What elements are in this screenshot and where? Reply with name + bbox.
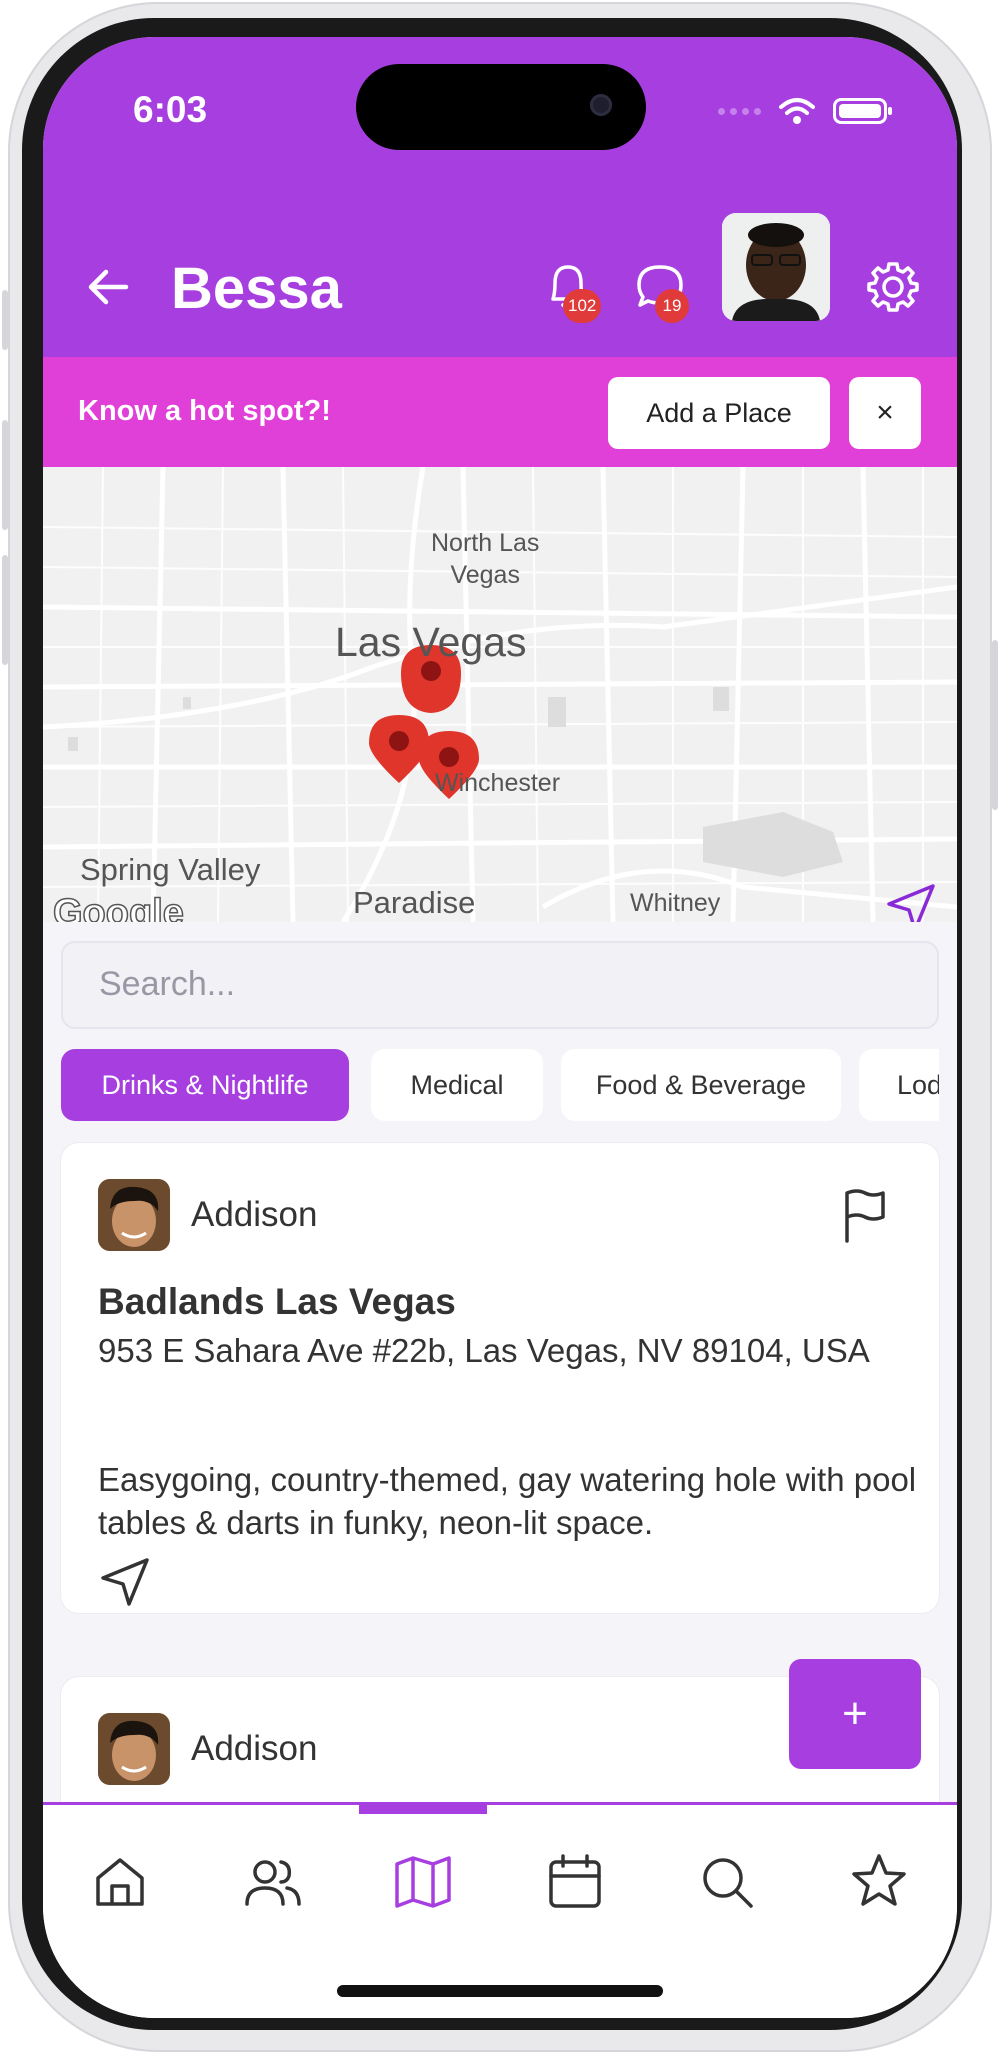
post-author[interactable]: Addison: [191, 1729, 317, 1769]
add-place-banner: Know a hot spot?! Add a Place ×: [43, 357, 957, 467]
place-name: Badlands Las Vegas: [98, 1281, 456, 1322]
chip-lodging[interactable]: Lodging: [859, 1049, 939, 1121]
add-place-button[interactable]: Add a Place: [608, 377, 830, 449]
place-description: Easygoing, country-themed, gay watering …: [98, 1461, 917, 1541]
cellular-signal-icon: [718, 107, 761, 115]
calendar-icon: [549, 1854, 601, 1908]
chip-drinks-nightlife[interactable]: Drinks & Nightlife: [61, 1049, 349, 1121]
map-label-whitney: Whitney: [630, 889, 721, 917]
gear-icon: [867, 262, 919, 312]
notifications-button[interactable]: 102: [543, 259, 602, 323]
avatar[interactable]: [98, 1713, 170, 1785]
search-icon: [703, 1858, 753, 1908]
flag-icon: [845, 1189, 885, 1243]
map-label-paradise: Paradise: [353, 885, 476, 920]
home-indicator: [337, 1985, 663, 1997]
status-icons: [718, 97, 892, 125]
star-icon: [852, 1854, 906, 1906]
search-input[interactable]: Search...: [61, 941, 939, 1029]
home-icon: [96, 1858, 144, 1906]
volume-down-button: [2, 555, 8, 665]
tab-favorites[interactable]: [847, 1850, 911, 1914]
post-author[interactable]: Addison: [191, 1195, 317, 1235]
dynamic-island: [356, 64, 646, 150]
map-icon: [395, 1856, 451, 1908]
side-button: [2, 290, 8, 350]
navigation-arrow-icon: [887, 884, 935, 922]
users-icon: [245, 1860, 301, 1906]
map-label-north-las-vegas: North Las Vegas: [431, 529, 540, 589]
notifications-badge: 102: [563, 289, 602, 323]
messages-button[interactable]: 19: [633, 259, 689, 323]
settings-button[interactable]: [865, 259, 921, 315]
place-card: Addison Badlands Las Vegas 953 E Sahara …: [61, 1143, 939, 1613]
tab-search[interactable]: [695, 1850, 759, 1914]
page-title: Bessa: [171, 256, 342, 321]
tab-home[interactable]: [88, 1850, 152, 1914]
category-filter: Drinks & Nightlife Medical Food & Bevera…: [61, 1049, 939, 1125]
volume-up-button: [2, 420, 8, 530]
battery-icon: [833, 98, 892, 124]
app-header: 6:03 Bessa 102 19: [43, 37, 957, 357]
tab-calendar[interactable]: [543, 1850, 607, 1914]
navigation-arrow-icon: [101, 1558, 149, 1606]
active-tab-indicator: [359, 1802, 487, 1814]
chip-medical[interactable]: Medical: [371, 1049, 543, 1121]
map-label-spring-valley: Spring Valley: [80, 852, 261, 887]
map-label-winchester: Winchester: [435, 769, 561, 797]
directions-button[interactable]: [99, 1556, 151, 1613]
add-post-button[interactable]: +: [789, 1659, 921, 1769]
power-button: [992, 640, 998, 810]
google-logo: Google: [52, 891, 184, 922]
tab-map[interactable]: [391, 1850, 455, 1914]
status-time: 6:03: [133, 89, 208, 130]
wifi-icon: [779, 98, 815, 124]
my-location-button[interactable]: [885, 882, 937, 922]
close-banner-button[interactable]: ×: [849, 377, 921, 449]
map-label-las-vegas: Las Vegas: [335, 619, 527, 665]
avatar[interactable]: [98, 1179, 170, 1251]
profile-avatar[interactable]: [722, 213, 830, 321]
chip-food-beverage[interactable]: Food & Beverage: [561, 1049, 841, 1121]
report-button[interactable]: [839, 1187, 891, 1248]
back-button[interactable]: [83, 262, 133, 312]
place-address: 953 E Sahara Ave #22b, Las Vegas, NV 891…: [98, 1332, 870, 1369]
map-view[interactable]: North Las Vegas Las Vegas Winchester Spr…: [43, 467, 957, 922]
messages-badge: 19: [655, 289, 689, 323]
arrow-left-icon: [88, 269, 129, 305]
banner-text: Know a hot spot?!: [78, 395, 331, 427]
phone-screen: 6:03 Bessa 102 19 Know a hot spot?! Add …: [43, 37, 957, 2018]
tab-people[interactable]: [241, 1850, 305, 1914]
